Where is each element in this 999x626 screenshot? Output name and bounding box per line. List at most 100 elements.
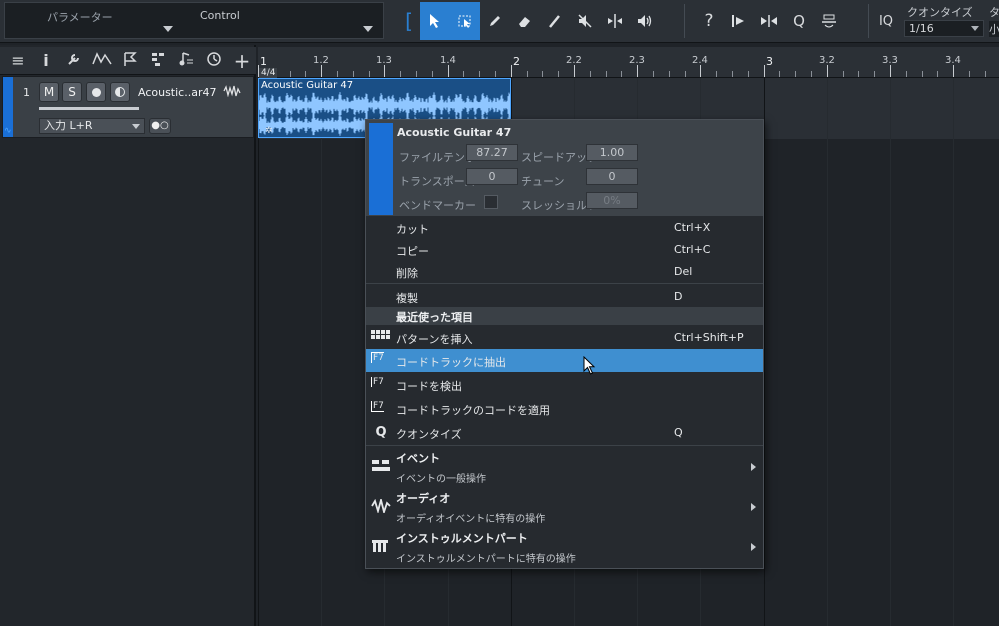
menu-item-cut[interactable]: カット Ctrl+X	[366, 216, 763, 239]
pencil-tool[interactable]	[480, 2, 510, 40]
menu-item-copy[interactable]: コピー Ctrl+C	[366, 238, 763, 261]
add-icon[interactable]: +	[228, 49, 256, 73]
file-tempo-field[interactable]: 87.27	[466, 144, 518, 161]
context-menu: Acoustic Guitar 47 ファイルテンポ 87.27 スピードアップ…	[365, 119, 764, 569]
instrument-icon	[370, 539, 392, 557]
wrench-icon[interactable]	[60, 51, 88, 71]
quantize-button[interactable]: Q	[784, 2, 814, 40]
audio-bend-icon	[732, 15, 744, 27]
ruler-tick	[858, 71, 859, 77]
monitor-button[interactable]	[110, 82, 130, 102]
range-tool[interactable]	[450, 2, 480, 40]
clock-icon[interactable]	[200, 51, 228, 71]
snap-button[interactable]	[814, 2, 844, 40]
ruler-tick	[305, 71, 306, 77]
help-icon: ?	[704, 11, 714, 31]
snap-icon	[822, 14, 836, 28]
menu-item-delete[interactable]: 削除 Del	[366, 260, 763, 283]
score-icon[interactable]	[172, 51, 200, 71]
toolbar-separator	[868, 4, 869, 38]
gear-icon[interactable]: ✲	[265, 126, 273, 136]
arrow-icon	[430, 14, 439, 28]
automation-icon[interactable]	[88, 51, 116, 70]
pattern-grid-icon[interactable]	[144, 51, 172, 70]
timeline-ruler[interactable]: 1 1.2 1.3 1.4 2 2.2 2.3 2.4 3 3.2 3.3 3.4 4/4	[258, 47, 999, 78]
track-name[interactable]: Acoustic..ar47	[138, 86, 216, 99]
top-toolbar: パラメーター Control [? Q IQ クオンタイズ 1/16 タ 小	[0, 0, 999, 43]
ruler-tick	[969, 71, 970, 77]
input-select[interactable]: 入力 L+R	[39, 118, 145, 134]
ruler-tick	[748, 71, 749, 77]
ruler-tick	[511, 65, 512, 77]
quantize-select[interactable]: 1/16	[904, 20, 984, 37]
ruler-tick	[621, 71, 622, 77]
ruler-tick	[985, 71, 986, 77]
marker-icon[interactable]	[116, 51, 144, 71]
eraser-tool[interactable]	[510, 2, 540, 40]
info-icon[interactable]: i	[32, 51, 60, 70]
menu-item-duplicate[interactable]: 複製 D	[366, 285, 763, 308]
paint-icon	[549, 15, 560, 28]
volume-fader[interactable]	[39, 107, 139, 110]
ruler-label: 1	[260, 55, 267, 68]
list-icon[interactable]: ≡	[4, 51, 32, 70]
mute-tool[interactable]	[570, 2, 600, 40]
bracket-icon: [	[405, 9, 413, 33]
toggle-icon[interactable]: ●○	[149, 118, 171, 134]
parameter-control-box[interactable]: パラメーター Control	[4, 2, 384, 39]
control-dropdown-arrow[interactable]	[363, 26, 373, 32]
transpose-field[interactable]: 0	[466, 168, 518, 185]
ruler-tick	[542, 71, 543, 77]
menu-item-detect-chords[interactable]: F7 コードを検出	[366, 373, 763, 396]
audio-bend-button[interactable]	[724, 2, 754, 40]
quantize-icon: Q	[375, 425, 387, 440]
arrow-tool[interactable]	[420, 2, 450, 40]
iq-button[interactable]: IQ	[871, 2, 901, 40]
parameter-dropdown-arrow[interactable]	[163, 26, 173, 32]
ruler-tick	[937, 71, 938, 77]
grid-line	[953, 78, 954, 626]
listen-tool[interactable]	[630, 2, 660, 40]
tune-field[interactable]: 0	[586, 168, 638, 185]
menu-separator	[366, 283, 763, 284]
menu-item-event-submenu[interactable]: イベント イベントの一般操作	[366, 447, 763, 487]
ruler-tick	[353, 71, 354, 77]
track-row[interactable]: 1 M S Acoustic..ar47 入力 L+R ●○	[2, 76, 254, 138]
ruler-tick	[890, 65, 891, 77]
solo-button[interactable]: S	[62, 82, 82, 102]
split-tool[interactable]	[600, 2, 630, 40]
ruler-label: 3	[766, 55, 773, 68]
help-tools: ? Q	[694, 2, 844, 40]
loop-bend-button[interactable]	[754, 2, 784, 40]
chevron-right-icon	[751, 543, 756, 551]
menu-separator	[366, 445, 763, 446]
ruler-tick	[574, 65, 575, 77]
mute-button[interactable]: M	[39, 82, 59, 102]
grid-line	[764, 78, 765, 626]
bend-marker-checkbox[interactable]	[484, 195, 498, 209]
menu-item-extract-to-chord-track[interactable]: F7 コードトラックに抽出	[366, 349, 763, 372]
help-button[interactable]: ?	[694, 2, 724, 40]
menu-item-audio-submenu[interactable]: オーディオ オーディオイベントに特有の操作	[366, 487, 763, 527]
recent-items-section: 最近使った項目	[366, 307, 763, 325]
ruler-tick	[558, 71, 559, 77]
menu-item-insert-pattern[interactable]: パターンを挿入 Ctrl+Shift+P	[366, 326, 763, 349]
ruler-tick	[290, 71, 291, 77]
ruler-tick	[527, 71, 528, 77]
event-title: Acoustic Guitar 47	[261, 80, 354, 91]
grid-line	[827, 78, 828, 626]
menu-item-apply-chord-track[interactable]: F7 コードトラックのコードを適用	[366, 397, 763, 420]
record-button[interactable]	[86, 82, 106, 102]
ruler-tick	[479, 71, 480, 77]
event-color-strip	[369, 123, 393, 215]
chevron-right-icon	[751, 503, 756, 511]
track-list-toolbar: ≡ i +	[0, 47, 256, 75]
menu-item-quantize[interactable]: Q クオンタイズ Q	[366, 421, 763, 444]
threshold-field[interactable]: 0%	[586, 192, 638, 209]
ruler-tick	[732, 71, 733, 77]
paint-tool[interactable]	[540, 2, 570, 40]
timebase-select[interactable]: 小	[989, 21, 999, 37]
speedup-field[interactable]: 1.00	[586, 144, 638, 161]
ruler-tick	[369, 71, 370, 77]
menu-item-instrument-submenu[interactable]: インストゥルメントパート インストゥルメントパートに特有の操作	[366, 527, 763, 567]
